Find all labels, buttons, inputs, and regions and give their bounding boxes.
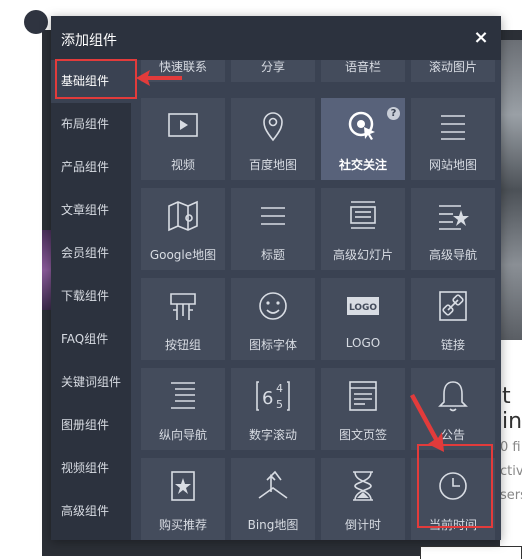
- component-tile[interactable]: Bing地图: [231, 458, 315, 540]
- button-group-icon: [163, 288, 203, 324]
- link-icon: [433, 288, 473, 324]
- bookmark-star-icon: [163, 468, 203, 504]
- sidebar-item[interactable]: 布局组件: [51, 103, 131, 146]
- close-button[interactable]: ×: [471, 28, 491, 48]
- svg-text:6: 6: [262, 388, 273, 409]
- background-text-line: 0 fi: [500, 440, 521, 455]
- image-text-tab-icon: [343, 378, 383, 414]
- sidebar-item[interactable]: 会员组件: [51, 232, 131, 275]
- bing-icon: [253, 468, 293, 504]
- component-tile[interactable]: 百度地图: [231, 98, 315, 180]
- folded-map-icon: [163, 198, 203, 234]
- component-tile[interactable]: 高级导航: [411, 188, 495, 270]
- component-tile[interactable]: 按钮组: [141, 278, 225, 360]
- sidebar-item[interactable]: 下载组件: [51, 275, 131, 318]
- hourglass-icon: [343, 468, 383, 504]
- component-tile-label: 购买推荐: [158, 518, 207, 532]
- component-tile[interactable]: 图标字体: [231, 278, 315, 360]
- annotation-box-sidebar: [55, 59, 137, 99]
- svg-text:5: 5: [276, 398, 283, 411]
- component-tile[interactable]: 购买推荐: [141, 458, 225, 540]
- component-tile-label: 社交关注: [338, 158, 387, 172]
- component-tile[interactable]: 倒计时: [321, 458, 405, 540]
- vertical-nav-icon: [163, 378, 203, 414]
- component-tile-label: 视频: [170, 158, 195, 172]
- component-tile-label: Bing地图: [247, 518, 299, 532]
- sidebar-item[interactable]: 文章组件: [51, 189, 131, 232]
- component-tile-label: 滚动图片: [428, 60, 477, 74]
- component-tile-label: 分享: [260, 60, 285, 74]
- annotation-arrow-down: [410, 394, 444, 452]
- svg-text:LOGO: LOGO: [349, 303, 377, 313]
- sidebar-item[interactable]: FAQ组件: [51, 318, 131, 361]
- component-tile[interactable]: 语音栏: [321, 60, 405, 82]
- component-tile[interactable]: LOGO LOGO: [321, 278, 405, 360]
- background-avatar: [24, 10, 48, 34]
- title-lines-icon: [253, 198, 293, 234]
- component-tile-label: 高级幻灯片: [332, 248, 393, 262]
- number-roll-icon: 64 5: [253, 378, 293, 414]
- dialog-header: 添加组件 ×: [51, 16, 501, 60]
- component-tile-label: 标题: [260, 248, 285, 262]
- background-text-line: ctiv: [500, 464, 522, 479]
- component-tile[interactable]: 滚动图片: [411, 60, 495, 82]
- smiley-icon: [253, 288, 293, 324]
- background-photo-right: [500, 40, 522, 340]
- component-tile[interactable]: 分享: [231, 60, 315, 82]
- sitemap-list-icon: [433, 108, 473, 144]
- nav-star-icon: [433, 198, 473, 234]
- sidebar-item[interactable]: 高级组件: [51, 490, 131, 533]
- component-tile[interactable]: 网站地图: [411, 98, 495, 180]
- background-input: [420, 546, 522, 559]
- svg-text:4: 4: [276, 382, 283, 395]
- component-tile[interactable]: 视频: [141, 98, 225, 180]
- slideshow-icon: [343, 198, 383, 234]
- annotation-box-current-time: [417, 444, 493, 528]
- component-tile[interactable]: Google地图: [141, 188, 225, 270]
- background-text-line: sers: [500, 488, 522, 503]
- category-sidebar: 基础组件 布局组件 产品组件 文章组件 会员组件 下载组件 FAQ组件 关键词组件 图册组件 视频…: [51, 60, 131, 540]
- component-tile[interactable]: 链接: [411, 278, 495, 360]
- annotation-arrow-left: [136, 70, 182, 86]
- background-heading: t in: [502, 384, 522, 434]
- component-tile-label: 纵向导航: [158, 428, 207, 442]
- video-play-icon: [163, 108, 203, 144]
- sidebar-item[interactable]: 关键词组件: [51, 361, 131, 404]
- sidebar-item[interactable]: 图册组件: [51, 404, 131, 447]
- sidebar-item[interactable]: 视频组件: [51, 447, 131, 490]
- component-tile-label: 倒计时: [344, 518, 381, 532]
- sidebar-item[interactable]: 产品组件: [51, 146, 131, 189]
- map-pin-icon: [253, 108, 293, 144]
- component-tile-label: 数字滚动: [248, 428, 297, 442]
- component-tile[interactable]: 6 4 5 数字滚动: [231, 368, 315, 450]
- social-follow-icon: [343, 108, 383, 144]
- component-tile-label: 高级导航: [428, 248, 477, 262]
- component-tile[interactable]: 图文页签: [321, 368, 405, 450]
- component-tile-label: LOGO: [345, 336, 381, 350]
- component-tile-label: 百度地图: [248, 158, 297, 172]
- component-tile-label: 语音栏: [344, 60, 381, 74]
- component-tile-label: 图文页签: [338, 428, 387, 442]
- component-tile-label: 按钮组: [164, 338, 201, 352]
- help-badge-icon[interactable]: ?: [387, 107, 400, 120]
- component-tile-label: 图标字体: [248, 338, 297, 352]
- component-tile-label: 网站地图: [428, 158, 477, 172]
- component-tile-label: Google地图: [149, 248, 217, 262]
- dialog-title: 添加组件: [61, 33, 117, 49]
- component-tile-label: 链接: [440, 338, 465, 352]
- component-tile[interactable]: 标题: [231, 188, 315, 270]
- component-tile[interactable]: 社交关注?: [321, 98, 405, 180]
- component-tile[interactable]: 纵向导航: [141, 368, 225, 450]
- component-tile[interactable]: 高级幻灯片: [321, 188, 405, 270]
- logo-badge-icon: LOGO: [343, 288, 383, 324]
